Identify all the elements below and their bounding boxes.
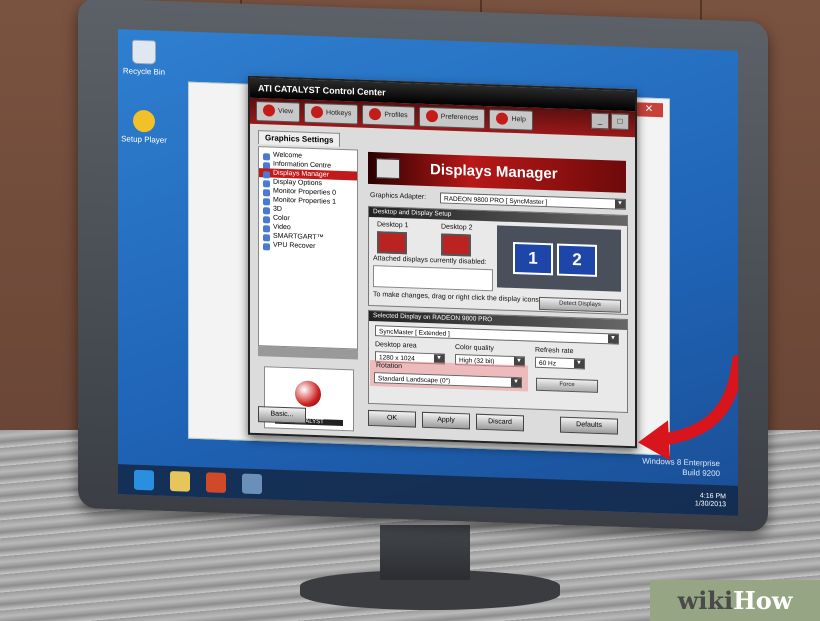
minimize-button[interactable]: _ [591,112,609,130]
system-clock[interactable]: 4:16 PM 1/30/2013 [695,492,726,509]
refresh-rate-label: Refresh rate [535,346,574,356]
hotkeys-button[interactable]: Hotkeys [304,102,359,125]
desktop2-monitor-icon[interactable] [441,233,471,257]
file-explorer-icon[interactable] [170,470,190,492]
attached-label: Attached displays currently disabled: [373,255,487,267]
profiles-button[interactable]: Profiles [362,104,415,127]
desktop1-monitor-icon[interactable] [377,231,407,255]
setup-icon [133,109,155,133]
control-center-taskbar-icon[interactable] [242,473,262,495]
profiles-icon [369,108,382,121]
maximize-button[interactable]: □ [611,113,629,131]
monitor-2-tile[interactable]: 2 [557,243,597,277]
preferences-button[interactable]: Preferences [418,106,486,130]
tab-graphics-settings[interactable]: Graphics Settings [258,130,341,147]
internet-explorer-icon[interactable] [134,469,154,491]
help-button[interactable]: Help [489,109,533,131]
desktop-area-label: Desktop area [375,341,417,350]
refresh-rate-select[interactable]: 60 Hz [535,356,585,370]
tree-scrollbar[interactable] [258,346,358,360]
display-layout-area: 1 2 [497,225,621,292]
basic-button[interactable]: Basic... [258,406,306,424]
settings-tree: Welcome Information Centre Displays Mana… [258,146,358,350]
catalyst-logo-icon [295,380,321,408]
recycle-bin-shortcut[interactable]: Recycle Bin [118,39,174,77]
defaults-button[interactable]: Defaults [560,416,618,435]
desktop-setup-group: Desktop and Display Setup Desktop 1 Desk… [368,205,628,315]
apply-button[interactable]: Apply [422,411,470,430]
discard-button[interactable]: Discard [476,413,524,432]
view-icon [263,104,275,117]
desktop1-label: Desktop 1 [377,221,409,230]
display-icon [376,158,400,180]
adapter-label: Graphics Adapter: [370,191,427,201]
change-hint: To make changes, drag or right click the… [373,291,541,304]
help-icon [496,112,509,125]
pointer-arrow-icon [638,354,738,461]
view-button[interactable]: View [256,100,301,123]
close-button[interactable]: ✕ [635,102,663,118]
monitor-stand-neck [380,525,470,580]
powerpoint-icon[interactable] [206,472,226,493]
detect-displays-button[interactable]: Detect Displays [539,296,621,313]
force-button[interactable]: Force [536,377,598,393]
rotation-label: Rotation [376,362,403,371]
windows-watermark: Windows 8 Enterprise Build 9200 [642,456,720,479]
hotkeys-icon [311,106,324,119]
preferences-icon [425,110,438,123]
attached-displays-list[interactable] [373,265,493,292]
recycle-bin-icon [132,39,156,65]
window-controls: _ □ [591,112,629,134]
setup-shortcut[interactable]: Setup Player [118,109,174,145]
desktop2-label: Desktop 2 [441,223,473,232]
monitor-1-tile[interactable]: 1 [513,241,553,276]
ok-button[interactable]: OK [368,409,416,428]
color-quality-label: Color quality [455,343,494,353]
wikihow-logo: wikiHow [650,580,820,621]
adapter-select[interactable]: RADEON 9800 PRO [ SyncMaster ] [440,192,626,210]
page-title: Displays Manager [368,151,626,193]
monitor-screen: Recycle Bin Setup Player ✕ ATI CATALYST … [118,29,738,516]
catalyst-control-center-window: ATI CATALYST Control Center View Hotkeys… [248,75,637,449]
